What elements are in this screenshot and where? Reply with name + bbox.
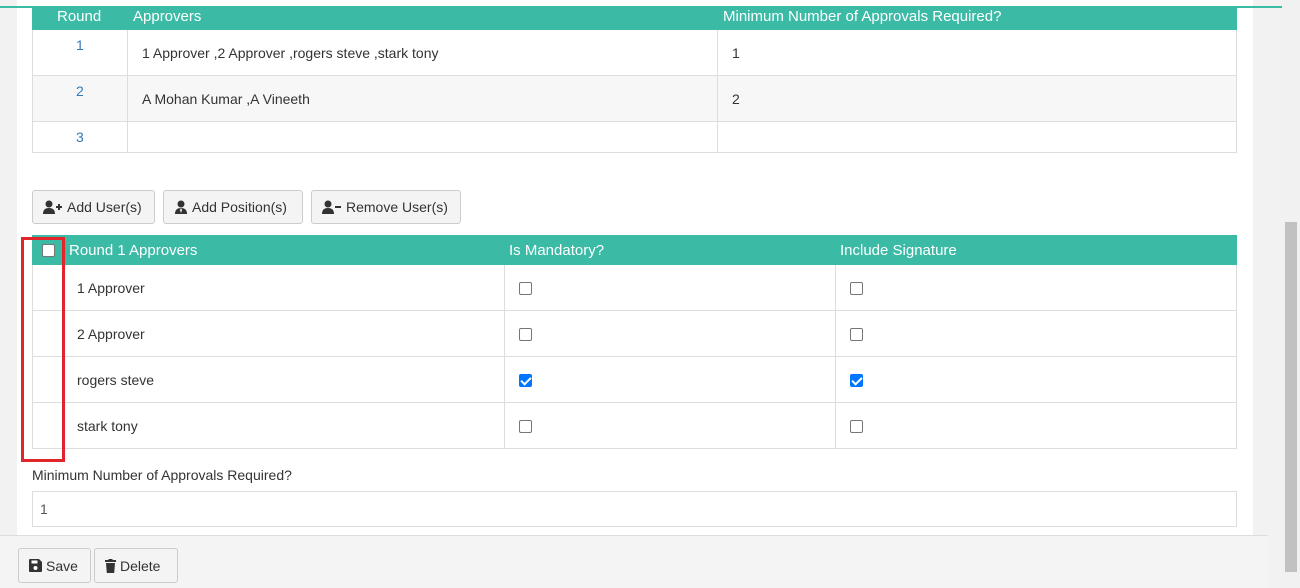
round-min: 1: [732, 45, 740, 61]
signature-checkbox[interactable]: [850, 282, 863, 295]
table-row: 1 1 Approver ,2 Approver ,rogers steve ,…: [32, 30, 1237, 76]
scrollbar-thumb[interactable]: [1285, 222, 1297, 572]
header-include-signature: Include Signature: [840, 242, 957, 259]
add-user-icon: [43, 200, 62, 214]
mandatory-checkbox[interactable]: [519, 282, 532, 295]
remove-user-icon: [322, 200, 341, 214]
table-row: stark tony: [32, 403, 1237, 449]
header-min-approvals: Minimum Number of Approvals Required?: [723, 8, 1002, 25]
mandatory-checkbox[interactable]: [519, 328, 532, 341]
round-min: 2: [732, 91, 740, 107]
trash-icon: [105, 558, 116, 573]
header-round-approvers: Round 1 Approvers: [69, 242, 198, 259]
add-positions-button[interactable]: Add Position(s): [163, 190, 303, 224]
approver-name: rogers steve: [77, 372, 155, 388]
save-icon: [29, 559, 42, 572]
table-row: 3: [32, 122, 1237, 153]
table-row: 1 Approver: [32, 265, 1237, 311]
min-approvals-label: Minimum Number of Approvals Required?: [32, 467, 292, 483]
vertical-scrollbar[interactable]: [1282, 0, 1300, 588]
round-link-2[interactable]: 2: [76, 83, 84, 99]
remove-users-label: Remove User(s): [346, 199, 448, 215]
signature-checkbox[interactable]: [850, 328, 863, 341]
delete-button[interactable]: Delete: [94, 548, 178, 583]
add-positions-label: Add Position(s): [192, 199, 287, 215]
add-users-button[interactable]: Add User(s): [32, 190, 155, 224]
remove-users-button[interactable]: Remove User(s): [311, 190, 461, 224]
delete-label: Delete: [120, 557, 161, 574]
approvers-table-header: Round 1 Approvers Is Mandatory? Include …: [32, 235, 1237, 265]
mandatory-checkbox[interactable]: [519, 374, 532, 387]
min-approvals-input[interactable]: 1: [32, 491, 1237, 527]
rounds-table-header: Round Approvers Minimum Number of Approv…: [32, 7, 1237, 30]
user-tie-icon: [175, 200, 187, 214]
signature-checkbox[interactable]: [850, 420, 863, 433]
table-row: rogers steve: [32, 357, 1237, 403]
row-select-highlight-box: [21, 237, 65, 462]
round-link-1[interactable]: 1: [76, 37, 84, 53]
mandatory-checkbox[interactable]: [519, 420, 532, 433]
round-approvers: A Mohan Kumar ,A Vineeth: [142, 91, 310, 107]
round-approvers-table: Round 1 Approvers Is Mandatory? Include …: [32, 235, 1237, 449]
approver-name: stark tony: [77, 418, 138, 434]
footer-bar: [0, 535, 1268, 588]
round-link-3[interactable]: 3: [76, 129, 84, 145]
header-approvers: Approvers: [133, 8, 202, 25]
save-button[interactable]: Save: [18, 548, 91, 583]
table-row: 2 Approver: [32, 311, 1237, 357]
signature-checkbox[interactable]: [850, 374, 863, 387]
table-row: 2 A Mohan Kumar ,A Vineeth 2: [32, 76, 1237, 122]
rounds-table: Round Approvers Minimum Number of Approv…: [32, 7, 1237, 153]
header-round: Round: [57, 8, 102, 25]
approver-name: 2 Approver: [77, 326, 145, 342]
add-users-label: Add User(s): [67, 199, 142, 215]
round-approvers: 1 Approver ,2 Approver ,rogers steve ,st…: [142, 45, 439, 61]
approver-name: 1 Approver: [77, 280, 145, 296]
save-label: Save: [46, 557, 78, 574]
header-is-mandatory: Is Mandatory?: [509, 242, 605, 259]
